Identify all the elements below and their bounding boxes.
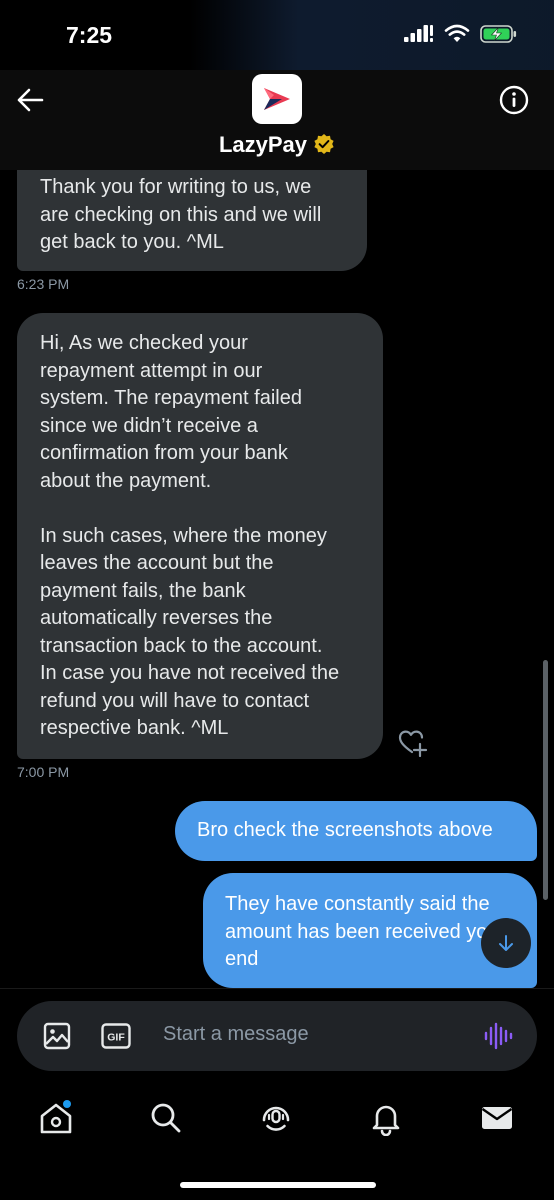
bottom-tab-bar [0,1082,554,1200]
status-icons [404,24,518,44]
tab-search[interactable] [148,1100,184,1136]
notification-dot [63,1100,71,1108]
incoming-message-bubble[interactable]: Thank you for writing to us, we are chec… [17,170,367,271]
mail-icon [481,1107,513,1129]
tab-messages[interactable] [479,1100,515,1136]
tab-home[interactable] [38,1100,74,1136]
message-text: They have constantly said the amount has… [225,893,506,970]
status-time: 7:25 [66,22,113,48]
home-icon [40,1100,72,1134]
arrow-down-icon [499,935,513,951]
add-media-button[interactable] [43,1022,71,1050]
chat-header: LazyPay [0,70,554,170]
message-input[interactable] [163,1023,463,1046]
message-timestamp: 6:23 PM [17,276,70,292]
tab-notifications[interactable] [368,1100,404,1137]
gold-verified-badge-icon [313,133,335,161]
composer-bar: GIF [0,988,554,1082]
scroll-to-bottom-button[interactable] [481,918,531,968]
heart-plus-icon [398,730,428,758]
search-icon [151,1103,181,1133]
message-text: Bro check the screenshots above [197,819,493,841]
info-circle-icon [499,85,529,115]
home-indicator [180,1182,376,1188]
wifi-icon [444,24,470,42]
incoming-message-bubble[interactable]: Hi, As we checked your repayment attempt… [17,313,383,759]
message-timestamp: 7:00 PM [17,764,70,780]
contact-avatar[interactable] [252,74,302,124]
message-thread[interactable]: Thank you for writing to us, we are chec… [0,170,554,988]
outgoing-message-bubble[interactable]: Bro check the screenshots above [175,801,537,861]
add-reaction-button[interactable] [398,729,428,758]
cellular-signal-icon [404,25,433,42]
battery-charging-icon [480,25,517,43]
gif-button[interactable]: GIF [101,1023,131,1049]
gif-label: GIF [107,1032,125,1044]
contact-name[interactable]: LazyPay [0,132,554,161]
status-bar: 7:25 [0,0,554,70]
voice-message-button[interactable] [483,1021,513,1051]
scrollbar[interactable] [543,660,548,900]
bell-icon [372,1105,400,1137]
message-text: Thank you for writing to us, we are chec… [40,176,322,253]
tab-spaces[interactable] [258,1100,294,1136]
info-button[interactable] [498,84,530,116]
back-button[interactable] [14,84,46,116]
message-text: Hi, As we checked your repayment attempt… [40,332,340,739]
voice-waveform-icon [484,1022,513,1050]
spaces-icon [262,1106,290,1131]
lazypay-logo [264,88,290,110]
arrow-left-icon [17,88,44,112]
image-icon [43,1022,71,1050]
message-composer: GIF [17,1001,537,1071]
gif-icon: GIF [101,1023,131,1049]
contact-name-text: LazyPay [218,132,308,157]
